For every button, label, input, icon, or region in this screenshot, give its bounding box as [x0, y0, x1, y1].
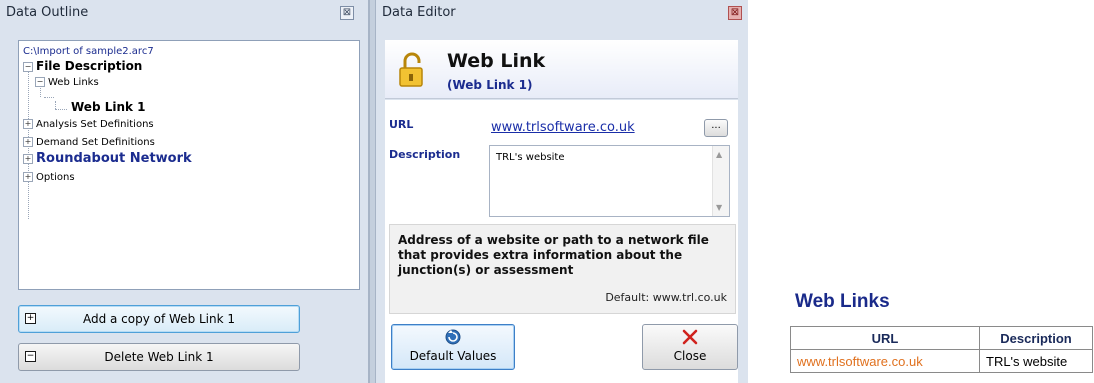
tree-item-analysis-set[interactable]: + Analysis Set Definitions	[23, 118, 154, 131]
cell-description: TRL's website	[979, 349, 1093, 373]
tree-item-roundabout-network[interactable]: + Roundabout Network	[23, 152, 192, 165]
tree-root-path[interactable]: C:\Import of sample2.arc7	[23, 45, 154, 58]
description-textarea[interactable]: TRL's website ▲ ▼	[489, 145, 730, 217]
table-header-row: URL Description	[790, 326, 1093, 350]
help-box: Address of a website or path to a networ…	[389, 224, 736, 314]
scroll-up-icon[interactable]: ▲	[716, 150, 722, 159]
table-row: www.trlsoftware.co.uk TRL's website	[790, 349, 1093, 373]
editor-title: Data Editor	[382, 5, 456, 20]
browse-button[interactable]: ...	[704, 119, 728, 137]
column-header-url: URL	[790, 326, 980, 350]
default-value-text: Default: www.trl.co.uk	[605, 291, 727, 304]
unlocked-padlock-icon	[399, 52, 423, 87]
url-label: URL	[389, 118, 414, 131]
editor-body: URL www.trlsoftware.co.uk ... Descriptio…	[385, 100, 738, 383]
undo-icon	[445, 329, 461, 345]
editor-header: Web Link (Web Link 1)	[385, 40, 738, 99]
collapse-icon[interactable]: −	[23, 62, 33, 72]
default-values-button[interactable]: Default Values	[391, 324, 515, 370]
data-outline-panel: Data Outline ⊠ C:\Import of sample2.arc7…	[0, 0, 369, 383]
web-links-table: URL Description www.trlsoftware.co.uk TR…	[790, 326, 1093, 373]
cell-url[interactable]: www.trlsoftware.co.uk	[790, 349, 980, 373]
tree-item-web-link-1[interactable]: Web Link 1	[71, 101, 146, 114]
expand-icon[interactable]: +	[23, 137, 33, 147]
description-scrollbar[interactable]: ▲ ▼	[712, 146, 729, 216]
header-subtitle: (Web Link 1)	[447, 78, 533, 92]
red-x-icon	[682, 329, 698, 345]
tree-item-demand-set[interactable]: + Demand Set Definitions	[23, 136, 155, 149]
report-title: Web Links	[795, 291, 890, 312]
outline-close-icon[interactable]: ⊠	[340, 6, 354, 20]
expand-icon[interactable]: +	[23, 172, 33, 182]
header-title: Web Link	[447, 50, 546, 72]
tree-item-options[interactable]: + Options	[23, 171, 75, 184]
collapse-icon[interactable]: −	[35, 77, 45, 87]
column-header-description: Description	[979, 326, 1093, 350]
data-editor-panel: Data Editor ⊠ Web Link (Web Link 1) URL …	[375, 0, 748, 383]
tree-item-web-links[interactable]: − Web Links	[35, 76, 99, 89]
description-label: Description	[389, 148, 461, 161]
editor-close-icon[interactable]: ⊠	[728, 6, 742, 20]
outline-tree[interactable]: C:\Import of sample2.arc7 − File Descript…	[18, 40, 360, 290]
outline-title: Data Outline	[6, 5, 89, 20]
expand-icon[interactable]: +	[23, 154, 33, 164]
add-copy-button[interactable]: + Add a copy of Web Link 1	[18, 305, 300, 333]
url-link[interactable]: www.trlsoftware.co.uk	[491, 120, 635, 135]
delete-button[interactable]: − Delete Web Link 1	[18, 343, 300, 371]
scroll-down-icon[interactable]: ▼	[716, 203, 722, 212]
description-value: TRL's website	[496, 152, 565, 163]
expand-icon[interactable]: +	[23, 119, 33, 129]
help-text: Address of a website or path to a networ…	[398, 233, 709, 277]
tree-item-file-description[interactable]: − File Description	[23, 60, 142, 73]
close-button[interactable]: Close	[642, 324, 738, 370]
